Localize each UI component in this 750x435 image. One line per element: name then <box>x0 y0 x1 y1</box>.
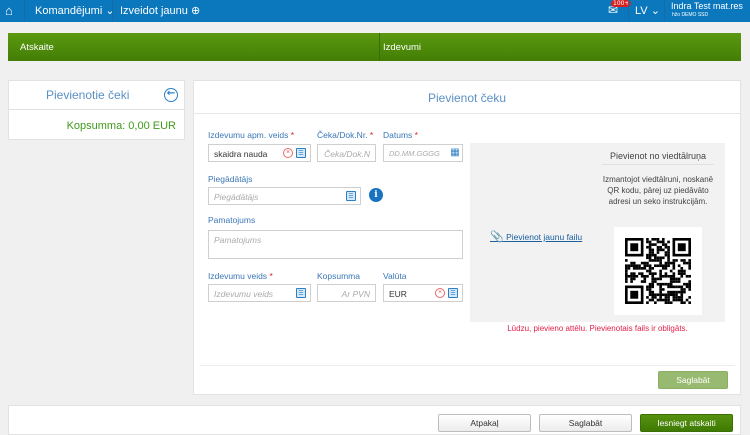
currency-field[interactable]: EUR × ☰ <box>383 284 463 302</box>
paperclip-icon: 📎 <box>490 231 504 243</box>
back-arrow-icon[interactable]: ← <box>164 88 178 102</box>
pay-type-field[interactable]: skaidra nauda × ☰ <box>208 144 311 162</box>
form-title: Pievienot čeku <box>427 91 507 105</box>
user-name[interactable]: Indra Test mat.res <box>671 1 743 11</box>
reason-label: Pamatojums <box>208 215 256 225</box>
step-izdevumi[interactable]: Izdevumi <box>383 42 421 53</box>
expense-type-input[interactable]: Izdevumu veids ☰ <box>208 284 311 302</box>
doc-number-label: Čeka/Dok.Nr. * <box>317 130 374 140</box>
sum-input[interactable]: Ar PVN <box>317 284 376 302</box>
receipts-panel: Pievienotie čeki ← Kopsumma: 0,00 EUR <box>8 80 185 140</box>
save-button[interactable]: Saglabāt <box>539 414 632 432</box>
home-icon[interactable]: ⌂ <box>5 3 13 18</box>
receipts-total: Kopsumma: 0,00 EUR <box>66 120 176 132</box>
expense-type-label: Izdevumu veids * <box>208 271 273 281</box>
calendar-icon[interactable]: ▦ <box>450 148 460 158</box>
supplier-label: Piegādātājs <box>208 174 253 184</box>
lookup-icon[interactable]: ☰ <box>346 191 356 201</box>
error-message: Lūdzu, pievieno attēlu. Pievienotais fai… <box>507 324 688 333</box>
qr-code <box>614 227 702 315</box>
step-bar: Atskaite Izdevumi <box>8 33 741 61</box>
add-file-link[interactable]: 📎 Pievienot jaunu failu <box>490 230 582 243</box>
attachment-area: 📎 Pievienot jaunu failu Pievienot no vie… <box>470 143 725 322</box>
supplier-input[interactable]: Piegādātājs ☰ <box>208 187 361 205</box>
info-icon[interactable]: i <box>369 188 383 202</box>
date-input[interactable]: DD.MM.GGGG ▦ <box>383 144 463 162</box>
reason-textarea[interactable]: Pamatojums <box>208 230 463 259</box>
step-atskaite[interactable]: Atskaite <box>20 42 54 53</box>
menu-create-new[interactable]: Izveidot jaunu ⊕ <box>120 4 200 17</box>
save-receipt-button[interactable]: Saglabāt <box>658 371 728 389</box>
date-label: Datums * <box>383 130 418 140</box>
pay-type-label: Izdevumu apm. veids * <box>208 130 295 140</box>
phone-title: Pievienot no viedtālruņa <box>602 151 714 165</box>
language-select[interactable]: LV ⌄ <box>635 4 660 17</box>
phone-instructions: Izmantojot viedtālruni, noskanē QR kodu,… <box>602 175 714 206</box>
lookup-icon[interactable]: ☰ <box>296 148 306 158</box>
currency-label: Valūta <box>383 271 407 281</box>
lookup-icon[interactable]: ☰ <box>296 288 306 298</box>
lookup-icon[interactable]: ☰ <box>448 288 458 298</box>
receipts-title: Pievienotie čeki <box>46 88 130 102</box>
user-org: hžo DEMO SSD <box>672 12 709 18</box>
clear-icon[interactable]: × <box>283 148 293 158</box>
submit-report-button[interactable]: Iesniegt atskaiti <box>640 414 733 432</box>
menu-komandejumi[interactable]: Komandējumi ⌄ <box>35 4 115 17</box>
top-navbar: ⌂ Komandējumi ⌄ Izveidot jaunu ⊕ ✉ 100+ … <box>0 0 750 22</box>
doc-number-input[interactable]: Čeka/Dok.N <box>317 144 376 162</box>
clear-icon[interactable]: × <box>435 288 445 298</box>
back-button[interactable]: Atpakaļ <box>438 414 531 432</box>
sum-label: Kopsumma <box>317 271 360 281</box>
